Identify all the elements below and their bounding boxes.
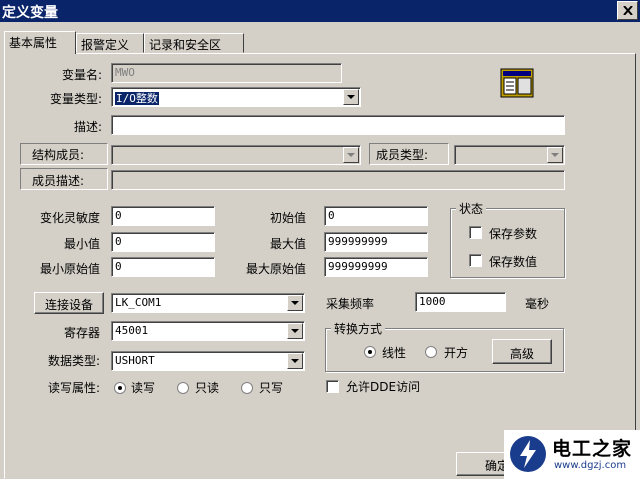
connect-device-button[interactable]: 连接设备 [34,292,104,314]
register-value: 45001 [115,324,149,337]
rw-label: 读写属性: [47,381,100,395]
member-desc-label: 成员描述: [32,174,85,188]
data-type-label: 数据类型: [47,354,100,368]
sample-label: 采集频率 [326,297,375,311]
sensitivity-label: 变化灵敏度 [39,211,100,225]
register-label: 寄存器 [63,326,100,340]
max-label: 最大值 [269,237,306,251]
min-raw-input[interactable]: 0 [111,257,215,277]
member-type-select[interactable] [454,145,565,165]
watermark-url: www.dgzj.com [554,460,627,471]
linear-label: 线性 [382,346,407,360]
desc-label: 描述: [73,120,102,134]
rw-readonly-label: 只读 [195,381,220,395]
min-input[interactable]: 0 [111,232,215,252]
data-type-value: USHORT [115,354,155,367]
initial-input[interactable]: 0 [324,206,428,226]
tab-basic[interactable]: 基本属性 [4,31,76,54]
sample-unit: 毫秒 [525,297,550,311]
chevron-down-icon[interactable] [287,353,303,369]
tab-alarm-label: 报警定义 [81,38,130,52]
max-raw-label: 最大原始值 [245,262,306,276]
variable-property-icon[interactable] [500,68,534,98]
rw-readwrite-radio[interactable] [114,382,126,394]
var-type-value: I/O整数 [115,92,159,105]
min-raw-label: 最小原始值 [39,262,100,276]
watermark: 电工之家 www.dgzj.com [504,430,640,479]
window-title: 定义变量 [2,5,58,21]
sensitivity-input[interactable]: 0 [111,206,215,226]
initial-label: 初始值 [269,211,306,225]
register-select[interactable]: 45001 [111,321,305,341]
close-button[interactable] [617,1,638,20]
max-input[interactable]: 999999999 [324,232,428,252]
close-icon [623,6,633,15]
rw-readonly-radio[interactable] [177,382,189,394]
dde-checkbox[interactable] [326,380,339,393]
data-type-select[interactable]: USHORT [111,351,305,371]
watermark-logo-icon [510,436,546,472]
rw-writeonly-radio[interactable] [241,382,253,394]
rw-writeonly-label: 只写 [259,381,284,395]
sample-input[interactable]: 1000 [415,292,506,312]
rw-readwrite-label: 读写 [131,381,156,395]
struct-member-select[interactable] [111,145,361,165]
chevron-down-icon[interactable] [287,295,303,311]
sqrt-label: 开方 [444,346,469,360]
member-desc-input[interactable] [111,170,565,190]
struct-member-label: 结构成员: [32,148,85,162]
chevron-down-icon[interactable] [287,323,303,339]
min-label: 最小值 [63,237,100,251]
desc-input[interactable] [111,115,565,135]
tab-alarm[interactable]: 报警定义 [76,33,144,53]
tab-record-label: 记录和安全区 [149,38,222,52]
max-raw-input[interactable]: 999999999 [324,257,428,277]
dde-label: 允许DDE访问 [346,380,421,394]
sqrt-radio[interactable] [425,346,437,358]
var-name-input[interactable]: MWO [111,63,342,83]
chevron-down-icon[interactable] [343,89,359,105]
chevron-down-icon[interactable] [343,147,359,163]
watermark-name: 电工之家 [552,438,633,460]
linear-radio[interactable] [364,346,376,358]
advanced-button[interactable]: 高级 [492,339,552,364]
save-params-label: 保存参数 [489,227,538,241]
save-values-label: 保存数值 [489,255,538,269]
var-name-label: 变量名: [61,68,102,82]
chevron-down-icon[interactable] [547,147,563,163]
device-select[interactable]: LK_COM1 [111,293,305,313]
state-group-title: 状态 [456,200,487,217]
var-type-select[interactable]: I/O整数 [111,87,361,107]
save-params-checkbox[interactable] [469,226,482,239]
member-type-label: 成员类型: [376,148,429,162]
title-bar: 定义变量 [0,0,640,22]
tab-record[interactable]: 记录和安全区 [144,33,244,53]
var-type-label: 变量类型: [49,92,102,106]
device-value: LK_COM1 [115,296,162,309]
save-values-checkbox[interactable] [469,254,482,267]
tab-basic-label: 基本属性 [9,36,58,50]
conversion-group-title: 转换方式 [331,320,386,337]
